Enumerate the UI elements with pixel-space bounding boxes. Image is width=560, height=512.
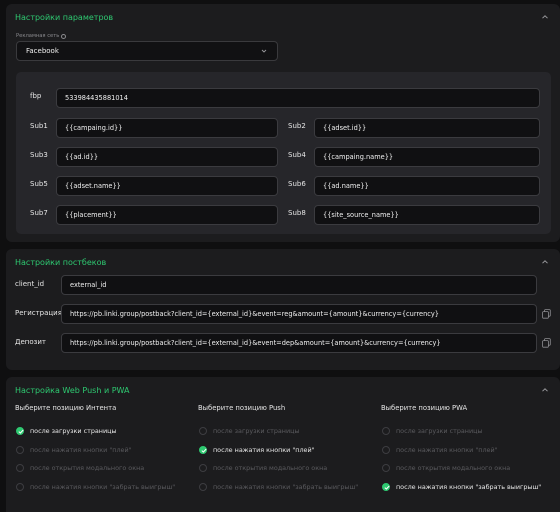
radio-checked-icon[interactable] [382,483,390,491]
sub3-label: Sub3 [30,151,48,159]
push-option-2[interactable]: после нажатия кнопки "плей" [199,444,315,456]
collapse-params-chevron-icon[interactable] [540,12,550,22]
sub5-input[interactable]: {{adset.name}} [56,176,278,196]
client-id-label: client_id [15,280,45,288]
deposit-postback-input[interactable]: https://pb.linki.group/postback?client_i… [61,333,537,353]
registration-postback-input[interactable]: https://pb.linki.group/postback?client_i… [61,304,537,324]
postbacks-panel-title: Настройки постбеков [15,258,107,267]
option-label: после загрузки страницы [396,427,483,435]
pwa-option-1[interactable]: после загрузки страницы [382,425,483,437]
pwa-position-title: Выберите позицию PWA [381,404,468,412]
option-label: после нажатия кнопки "забрать выигрыш" [30,483,176,491]
params-panel: Настройки параметров Рекламная сеть Face… [6,4,560,242]
radio-unchecked-icon[interactable] [382,427,390,435]
radio-unchecked-icon[interactable] [199,464,207,472]
option-label: после нажатия кнопки "плей" [213,446,315,454]
sub6-input[interactable]: {{ad.name}} [314,176,540,196]
intent-option-3[interactable]: после открытия модального окна [16,462,144,474]
webpush-panel-title: Настройка Web Push и PWA [15,386,130,395]
radio-unchecked-icon[interactable] [382,446,390,454]
ad-network-label: Рекламная сеть [16,33,67,39]
sub3-input[interactable]: {{ad.id}} [56,147,278,167]
pwa-option-3[interactable]: после открытия модального окна [382,462,510,474]
postbacks-panel: Настройки постбеков client_id external_i… [6,249,560,370]
push-position-title: Выберите позицию Push [198,404,286,412]
info-icon[interactable] [61,33,67,39]
option-label: после нажатия кнопки "плей" [396,446,498,454]
option-label: после загрузки страницы [213,427,300,435]
params-panel-title: Настройки параметров [15,13,114,22]
push-option-1[interactable]: после загрузки страницы [199,425,300,437]
client-id-input[interactable]: external_id [61,275,537,295]
radio-unchecked-icon[interactable] [16,464,24,472]
radio-checked-icon[interactable] [16,427,24,435]
pwa-option-2[interactable]: после нажатия кнопки "плей" [382,444,498,456]
option-label: после открытия модального окна [213,464,328,472]
sub8-label: Sub8 [288,209,306,217]
collapse-webpush-chevron-icon[interactable] [540,385,550,395]
pwa-option-4[interactable]: после нажатия кнопки "забрать выигрыш" [382,481,541,493]
option-label: после загрузки страницы [30,427,117,435]
deposit-label: Депозит [15,338,46,346]
radio-unchecked-icon[interactable] [382,464,390,472]
intent-option-4[interactable]: после нажатия кнопки "забрать выигрыш" [16,481,175,493]
ad-network-value: Facebook [26,47,59,55]
option-label: после открытия модального окна [30,464,145,472]
sub2-input[interactable]: {{adset.id}} [314,118,540,138]
sub4-input[interactable]: {{campaing.name}} [314,147,540,167]
registration-label: Регистрация [15,309,62,317]
intent-position-title: Выберите позицию Интента [15,404,117,412]
fbp-label: fbp [30,92,42,100]
copy-icon[interactable] [542,309,551,319]
sub2-label: Sub2 [288,122,306,130]
option-label: после нажатия кнопки "забрать выигрыш" [396,483,542,491]
ad-network-label-text: Рекламная сеть [16,33,60,39]
intent-option-2[interactable]: после нажатия кнопки "плей" [16,444,132,456]
intent-option-1[interactable]: после загрузки страницы [16,425,117,437]
sub1-input[interactable]: {{campaing.id}} [56,118,278,138]
radio-unchecked-icon[interactable] [16,483,24,491]
sub4-label: Sub4 [288,151,306,159]
params-fields-box: fbp 533984435881014 Sub1 {{campaing.id}}… [16,72,551,234]
radio-checked-icon[interactable] [199,446,207,454]
option-label: после нажатия кнопки "забрать выигрыш" [213,483,359,491]
fbp-input[interactable]: 533984435881014 [56,88,540,108]
radio-unchecked-icon[interactable] [199,427,207,435]
copy-icon[interactable] [542,338,551,348]
push-option-4[interactable]: после нажатия кнопки "забрать выигрыш" [199,481,358,493]
push-option-3[interactable]: после открытия модального окна [199,462,327,474]
sub7-label: Sub7 [30,209,48,217]
sub8-input[interactable]: {{site_source_name}} [314,205,540,225]
sub6-label: Sub6 [288,180,306,188]
sub5-label: Sub5 [30,180,48,188]
ad-network-select[interactable]: Facebook [16,41,278,61]
option-label: после нажатия кнопки "плей" [30,446,132,454]
sub7-input[interactable]: {{placement}} [56,205,278,225]
sub1-label: Sub1 [30,122,48,130]
chevron-down-icon [261,49,267,53]
option-label: после открытия модального окна [396,464,511,472]
radio-unchecked-icon[interactable] [16,446,24,454]
radio-unchecked-icon[interactable] [199,483,207,491]
collapse-postbacks-chevron-icon[interactable] [540,257,550,267]
